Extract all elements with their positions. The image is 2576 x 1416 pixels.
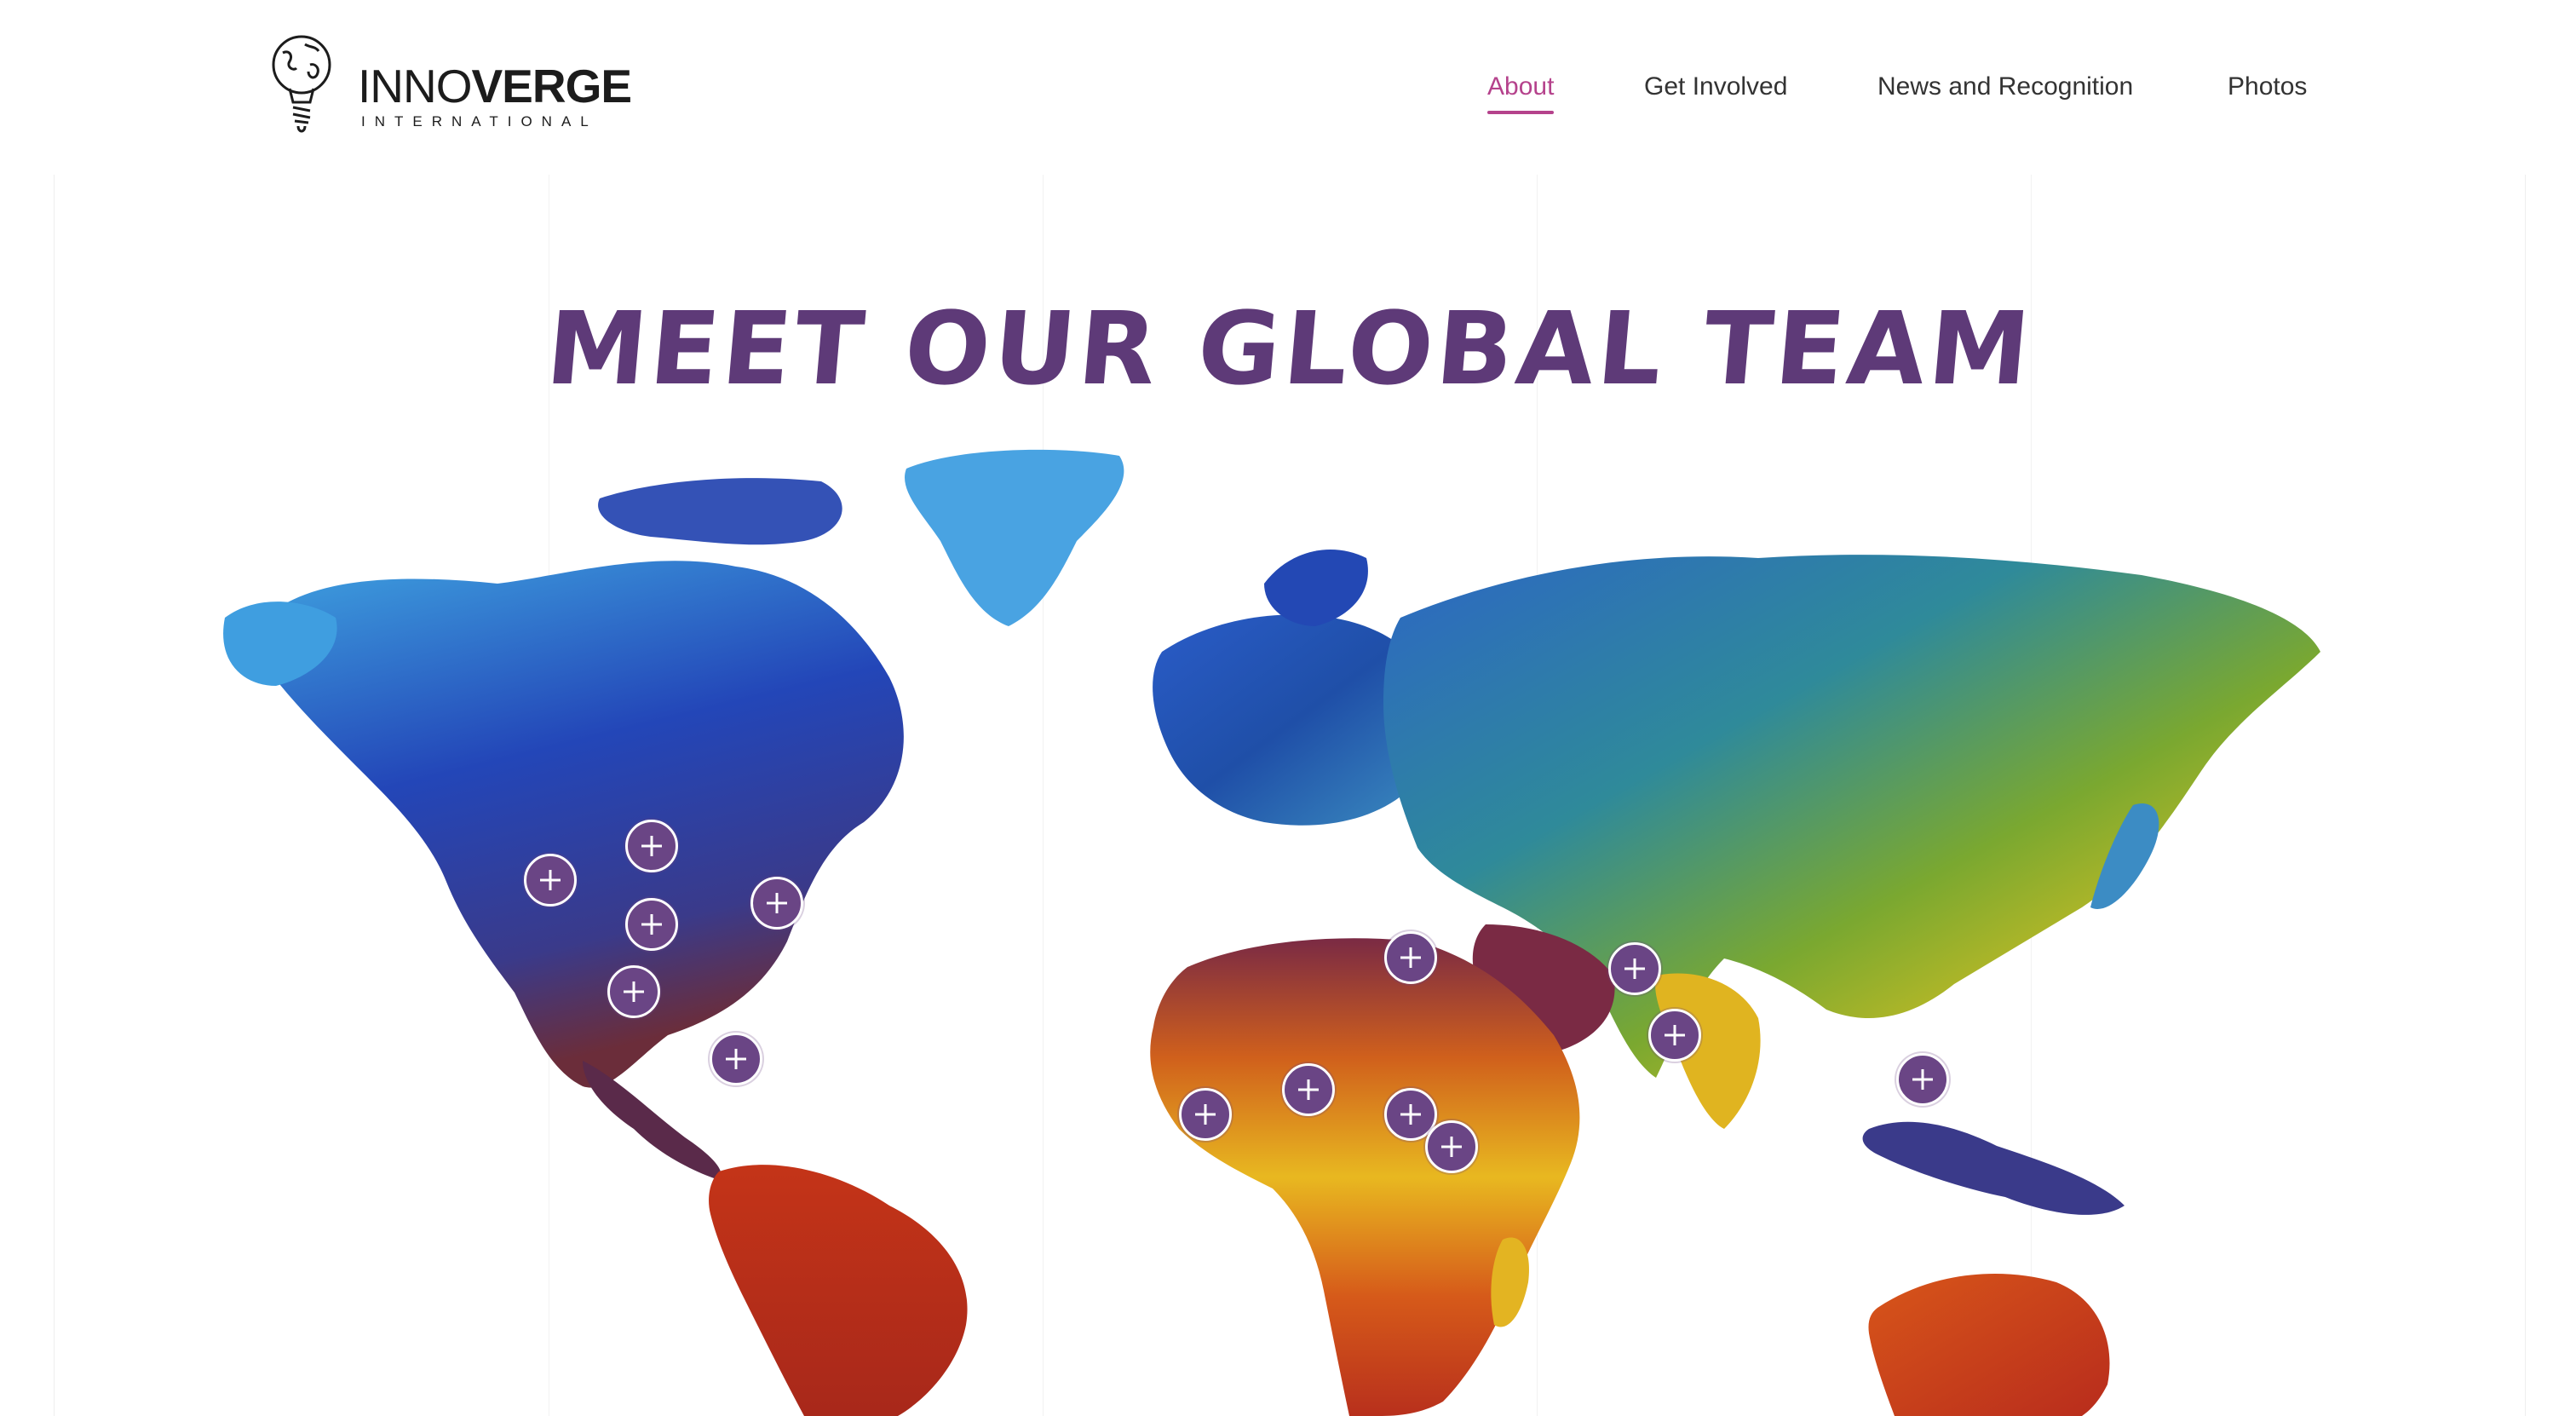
plus-icon [1298,1079,1319,1100]
nav-item-photos[interactable]: Photos [2228,70,2307,104]
team-marker-plus-button[interactable] [625,898,678,951]
plus-icon [540,870,561,890]
team-marker-plus-button[interactable] [710,1033,762,1085]
team-marker-plus-button[interactable] [524,854,577,907]
team-marker-plus-button[interactable] [1425,1120,1478,1173]
team-map-section: MEET OUR GLOBAL TEAM [54,175,2526,1416]
plus-icon [1624,958,1645,979]
team-marker-plus-button[interactable] [625,820,678,872]
plus-icon [641,836,662,856]
main-nav: About Get Involved News and Recognition … [0,70,2576,121]
plus-icon [726,1049,746,1069]
plus-icon [1195,1104,1216,1125]
plus-icon [767,893,787,913]
team-marker-plus-button[interactable] [1384,931,1437,984]
plus-icon [1400,1104,1421,1125]
team-marker-plus-button[interactable] [1896,1053,1949,1106]
plus-icon [624,981,644,1002]
plus-icon [1441,1137,1462,1157]
team-marker-plus-button[interactable] [1648,1009,1701,1062]
nav-item-news-and-recognition[interactable]: News and Recognition [1877,70,2133,104]
nav-item-about[interactable]: About [1487,70,1555,114]
team-marker-plus-button[interactable] [1282,1063,1335,1116]
plus-icon [1400,947,1421,968]
plus-icon [641,914,662,935]
team-marker-plus-button[interactable] [750,877,803,930]
nav-item-get-involved[interactable]: Get Involved [1644,70,1787,104]
plus-icon [1665,1025,1685,1045]
page-title: MEET OUR GLOBAL TEAM [542,290,2038,407]
team-marker-plus-button[interactable] [607,965,660,1018]
site-header: INNOVERGE INTERNATIONAL About Get Involv… [0,0,2576,175]
team-marker-plus-button[interactable] [1179,1088,1232,1141]
team-marker-plus-button[interactable] [1608,942,1661,995]
plus-icon [1912,1069,1933,1090]
